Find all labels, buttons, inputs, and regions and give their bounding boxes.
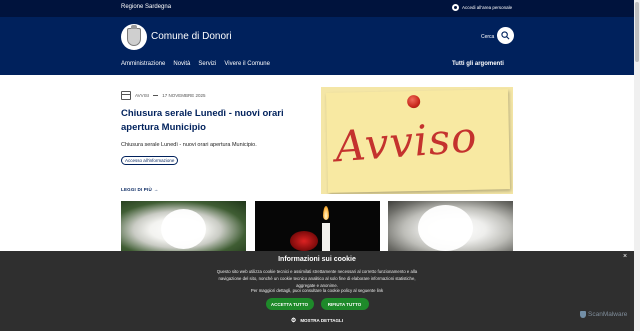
nav-item-servizi[interactable]: Servizi [198,61,216,67]
scrollbar[interactable] [634,0,640,331]
shield-icon [580,311,586,318]
cookie-policy-text[interactable]: Per maggiori dettagli, puoi consultare l… [0,288,634,293]
search-icon [501,31,510,40]
calendar-icon [121,91,131,100]
avviso-word: Avviso [333,112,479,172]
reject-all-button[interactable]: RIFIUTA TUTTO [320,298,369,310]
candle [322,223,330,253]
top-bar: Regione Sardegna Accedi all'area persona… [0,0,634,17]
article-category[interactable]: AVVISI [135,93,149,98]
article-description: Chiusura serale Lunedì - nuovi orari ape… [121,142,257,148]
region-link[interactable]: Regione Sardegna [121,4,171,10]
arrow-right-icon: → [153,187,159,192]
article-title[interactable]: Chiusura serale Lunedì - nuovi orari ape… [121,107,316,135]
meta-separator [153,95,159,96]
article-date: 17 NOVEMBRE 2025 [162,93,206,98]
cookie-text: Questo sito web utilizza cookie tecnici … [216,269,418,288]
topic-chip[interactable]: Accesso all'informazione [121,156,179,165]
accept-all-button[interactable]: ACCETTA TUTTO [265,298,314,310]
search-button[interactable] [497,27,514,44]
rose-petal [161,209,206,249]
nav-item-novita[interactable]: Novità [173,61,190,67]
rose-petal [418,205,473,251]
search-label: Cerca [481,34,495,40]
main-nav: Amministrazione Novità Servizi Vivere il… [121,61,270,67]
all-topics-link[interactable]: Tutti gli argomenti [452,61,504,67]
pushpin [407,94,421,109]
cookie-buttons: ACCETTA TUTTO RIFIUTA TUTTO [0,298,634,310]
cookie-banner: × Informazioni sui cookie Questo sito we… [0,251,634,331]
personal-area-label: Accedi all'area personale [462,5,513,10]
show-details-label: MOSTRA DETTAGLI [300,318,344,323]
watermark: ScanMalware [580,311,627,318]
watermark-text: ScanMalware [588,311,628,318]
personal-area-link[interactable]: Accedi all'area personale [452,4,512,11]
main-header: Comune di Donori Cerca Amministrazione N… [0,17,634,75]
news-card-image[interactable] [121,201,246,253]
article-meta: AVVISI 17 NOVEMBRE 2025 [121,91,205,100]
news-card-image[interactable] [388,201,513,253]
cookie-title: Informazioni sui cookie [278,256,356,263]
show-details-button[interactable]: ⚙ MOSTRA DETTAGLI [0,317,634,324]
crest-icon [127,25,141,46]
candle-flame [323,206,329,220]
scrollbar-thumb[interactable] [635,2,639,62]
red-rose [290,231,318,251]
read-more-label: LEGGI DI PIÙ [121,187,152,192]
municipality-logo[interactable] [121,24,147,50]
site-title[interactable]: Comune di Donori [151,31,232,42]
page: Regione Sardegna Accedi all'area persona… [0,0,640,331]
nav-item-vivere-il-comune[interactable]: Vivere il Comune [224,61,270,67]
gear-icon: ⚙ [290,318,297,324]
article-image[interactable]: Avviso [321,87,513,194]
read-more-link[interactable]: LEGGI DI PIÙ → [121,187,159,192]
user-icon [452,4,459,11]
sticky-note: Avviso [325,89,511,193]
nav-item-amministrazione[interactable]: Amministrazione [121,61,165,67]
news-card-image[interactable] [255,201,380,253]
